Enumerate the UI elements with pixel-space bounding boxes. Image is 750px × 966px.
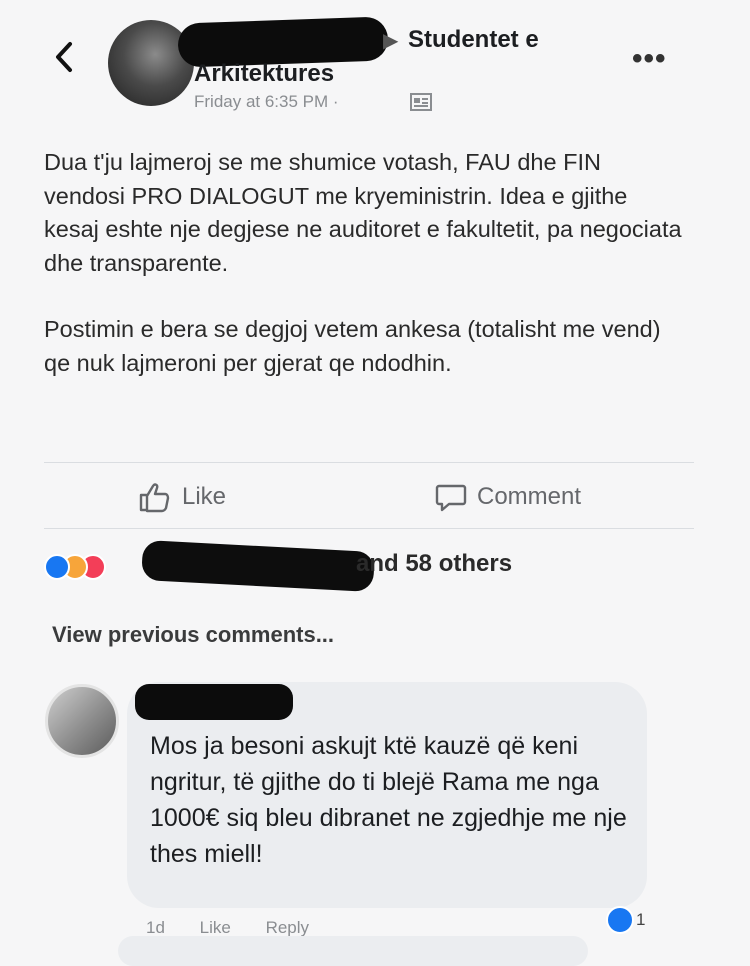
reaction-count-text[interactable]: and 58 others xyxy=(356,550,512,578)
commenter-avatar[interactable] xyxy=(45,684,119,758)
like-label: Like xyxy=(182,483,227,510)
post-paragraph: Dua t'ju lajmeroj se me shumice votash, … xyxy=(44,149,682,276)
comment-text: Mos ja besoni askujt ktë kauzë që keni n… xyxy=(150,732,627,868)
post-actions: Like Comment xyxy=(0,470,750,526)
more-options-icon[interactable]: ••• xyxy=(632,42,667,76)
redacted-commenter-name xyxy=(135,684,293,720)
thumbs-up-icon xyxy=(139,483,170,513)
comment-like-link[interactable]: Like xyxy=(200,918,231,937)
comment-reaction-count: 1 xyxy=(636,910,646,929)
group-privacy-icon xyxy=(410,93,432,111)
group-name-continued[interactable]: Arkitektures xyxy=(194,60,334,88)
reply-input[interactable] xyxy=(118,936,588,966)
post-header: ▶ Studentet e Arkitektures Friday at 6:3… xyxy=(0,0,750,130)
comment-reply-link[interactable]: Reply xyxy=(266,918,309,937)
post-body: Dua t'ju lajmeroj se me shumice votash, … xyxy=(44,146,684,380)
like-button[interactable]: Like xyxy=(138,480,226,514)
comment-label: Comment xyxy=(477,483,582,510)
group-name[interactable]: Studentet e xyxy=(408,26,539,54)
comment-reactions[interactable]: 1 xyxy=(606,906,645,934)
redacted-reactor-names xyxy=(141,539,375,593)
like-reaction-icon xyxy=(44,554,70,580)
reactions-summary[interactable]: and 58 others xyxy=(44,539,644,593)
comment-time: 1d xyxy=(146,918,165,937)
divider xyxy=(44,462,694,463)
post-timestamp[interactable]: Friday at 6:35 PM · xyxy=(194,92,339,112)
comment-meta: 1d Like Reply xyxy=(146,918,339,938)
comment-bubble-icon xyxy=(435,484,467,512)
view-previous-comments-link[interactable]: View previous comments... xyxy=(52,622,334,648)
divider xyxy=(44,528,694,529)
comment-button[interactable]: Comment xyxy=(435,480,581,514)
post-paragraph: Postimin e bera se degjoj vetem ankesa (… xyxy=(44,316,661,376)
like-reaction-icon xyxy=(606,906,634,934)
back-chevron-icon[interactable] xyxy=(50,38,78,76)
share-arrow-icon: ▶ xyxy=(383,30,399,52)
